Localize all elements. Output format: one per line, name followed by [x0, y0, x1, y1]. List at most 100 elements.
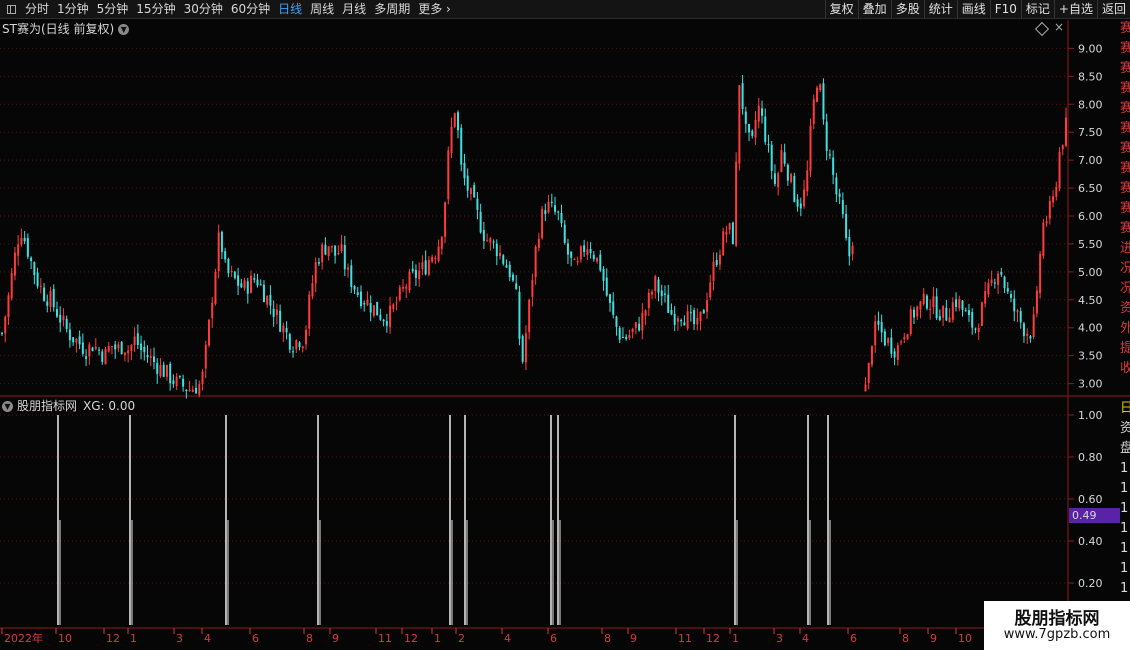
candle-body	[127, 350, 130, 354]
candle-body	[825, 121, 828, 151]
candle-body	[175, 376, 178, 386]
side-info-char: 况	[1120, 281, 1130, 296]
candle-body	[770, 144, 773, 171]
candle-body	[731, 222, 734, 244]
candle-body	[663, 293, 666, 295]
candle-body	[699, 311, 702, 322]
candle-body	[948, 317, 951, 323]
candle-body	[237, 275, 240, 286]
candle-body	[945, 307, 948, 321]
candle-body	[599, 254, 602, 271]
candle-body	[735, 161, 738, 246]
candle-body	[505, 265, 508, 268]
date-label: 8	[902, 632, 909, 645]
candle-body	[625, 336, 628, 340]
candle-body	[780, 150, 783, 172]
candle-body	[240, 283, 243, 288]
candle-body	[427, 260, 430, 275]
candle-body	[1042, 222, 1045, 257]
side-info-char: 况	[1120, 261, 1130, 276]
candle-body	[502, 255, 505, 264]
candle-body	[460, 127, 463, 165]
date-label: 1	[732, 632, 739, 645]
candle-body	[220, 231, 223, 252]
candle-body	[822, 83, 825, 120]
candle-body	[117, 344, 120, 349]
candle-body	[631, 328, 634, 333]
candle-body	[621, 337, 624, 339]
candle-body	[712, 261, 715, 281]
chart-canvas[interactable]: 9.00 8.50 8.00 7.50 7.00 6.50 6.00 5.50 5.00 4.50…	[0, 0, 1130, 650]
candle-body	[314, 262, 317, 284]
price-tick-label: 4.00	[1078, 322, 1103, 335]
candle-body	[110, 345, 113, 347]
candle-body	[654, 276, 657, 292]
candle-body	[101, 351, 104, 362]
candle-body	[259, 284, 262, 286]
candle-body	[673, 313, 676, 325]
candle-body	[162, 364, 165, 377]
date-label: 4	[504, 632, 511, 645]
indicator-tick-label: 0.80	[1078, 451, 1103, 464]
price-tick-label: 7.50	[1078, 126, 1103, 139]
candle-body	[570, 251, 573, 258]
candle-body	[773, 173, 776, 184]
candle-body	[217, 232, 220, 272]
candle-body	[292, 351, 295, 353]
chevron-down-icon[interactable]: ▼	[118, 23, 130, 35]
candle-body	[434, 258, 437, 260]
date-label: 4	[802, 632, 809, 645]
candle-body	[602, 268, 605, 281]
side-info-char: 进	[1120, 241, 1130, 256]
candle-body	[136, 333, 139, 345]
candle-body	[246, 281, 249, 294]
candle-body	[1006, 288, 1009, 292]
candle-body	[702, 309, 705, 314]
candle-body	[114, 344, 117, 350]
candle-body	[883, 331, 886, 346]
candle-body	[94, 346, 97, 349]
candle-body	[347, 267, 350, 270]
candle-body	[748, 124, 751, 133]
candle-body	[317, 262, 320, 264]
side-info-char: 日	[1120, 401, 1130, 416]
candle-body	[10, 273, 13, 299]
candle-body	[683, 322, 686, 326]
candle-body	[33, 262, 36, 276]
candle-body	[761, 108, 763, 116]
candle-body	[942, 305, 945, 318]
candle-body	[832, 157, 835, 175]
side-info-char: 资	[1120, 301, 1130, 316]
candle-body	[140, 343, 143, 351]
date-label: 6	[252, 632, 259, 645]
candle-body	[20, 238, 23, 245]
candle-body	[457, 112, 459, 131]
candle-body	[518, 291, 521, 339]
candle-body	[359, 291, 362, 307]
date-label: 8	[306, 632, 313, 645]
close-icon[interactable]: ×	[1054, 20, 1064, 34]
candle-body	[576, 261, 579, 263]
candle-body	[841, 200, 844, 215]
date-label: 9	[930, 632, 937, 645]
candle-body	[799, 203, 802, 209]
candle-body	[376, 301, 379, 316]
candle-body	[838, 193, 841, 197]
candle-body	[657, 279, 660, 293]
indicator-y-axis: 1.00 0.80 0.60 0.40 0.20	[1068, 409, 1103, 590]
chevron-down-icon[interactable]: ▼	[2, 400, 13, 412]
candle-body	[974, 328, 977, 330]
candle-body	[211, 302, 214, 319]
candle-body	[609, 294, 611, 303]
candle-body	[363, 303, 366, 305]
candle-body	[922, 293, 925, 304]
candle-body	[980, 302, 983, 326]
candle-body	[929, 308, 932, 310]
indicator-tick-label: 0.40	[1078, 535, 1103, 548]
indicator-tick-label: 0.60	[1078, 493, 1103, 506]
candle-body	[647, 292, 650, 309]
candle-body	[1065, 117, 1067, 146]
candlestick-series	[1, 75, 1067, 399]
side-info-char: 赛	[1120, 161, 1130, 176]
side-info-char: 赛	[1120, 61, 1130, 76]
